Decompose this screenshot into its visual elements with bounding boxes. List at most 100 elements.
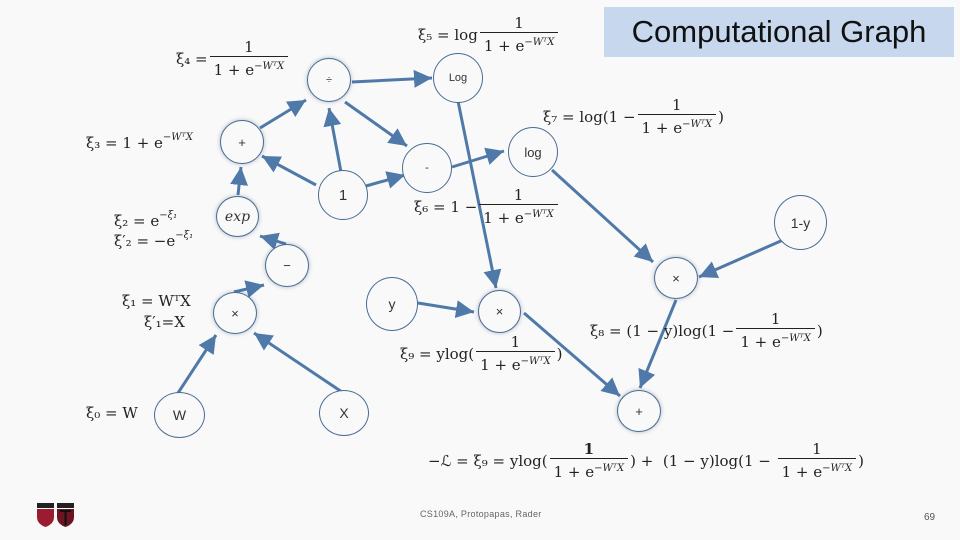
node-label: − [283, 258, 291, 273]
fraction-numerator: 1 [583, 440, 595, 458]
equation-xi3: ξ₃ = 1 + e −WᵀX [86, 131, 193, 153]
edge-one-to-div [323, 107, 343, 173]
university-logo [37, 503, 74, 527]
exponent: −ξ₁ [159, 209, 178, 221]
node-times-right: × [654, 257, 698, 299]
equation-xi0: ξ₀ = W [86, 404, 138, 422]
node-label: ÷ [325, 74, 333, 86]
equation-lhs: ξ₇ = log(1 − [543, 108, 636, 126]
node-label: + [635, 403, 643, 419]
title-box: Computational Graph [604, 7, 954, 57]
equation-lhs: ξ₅ = log [418, 26, 478, 44]
edge-log-lower-to-times-right [550, 168, 655, 264]
edge-exp-to-plus [230, 166, 249, 196]
node-times-center: × [478, 290, 521, 333]
equation-xi1: ξ₁ = WᵀX [122, 292, 191, 310]
node-label: X [339, 405, 349, 421]
equation-xi8: ξ₈ = (1 − y)log(1 − 1 1 + e−WᵀX ) [590, 310, 823, 352]
page-title: Computational Graph [631, 14, 927, 49]
node-label: × [672, 270, 680, 286]
exponent: −WᵀX [822, 463, 853, 474]
exponent: −WᵀX [524, 37, 555, 48]
fraction-denominator: 1 + e [480, 356, 521, 374]
fraction-denominator: 1 + e [641, 119, 683, 137]
fraction-denominator: 1 + e [740, 333, 781, 351]
equation-xi6: ξ₆ = 1 − 1 1 + e−WᵀX [414, 186, 560, 228]
node-label: × [231, 305, 239, 321]
fraction-numerator: 1 [672, 96, 682, 114]
fraction-numerator: 1 [244, 38, 254, 56]
node-y: y [366, 277, 418, 331]
page-number: 69 [924, 512, 936, 523]
edge-neg-to-exp [259, 232, 287, 250]
node-one-minus-y: 1-y [774, 195, 827, 250]
footer-course: CS109A, Protopapas, Rader [420, 509, 542, 519]
fraction-numerator: 1 [514, 14, 524, 32]
edge-div-to-log [351, 69, 433, 88]
node-negate: − [265, 244, 309, 287]
node-label: y [388, 296, 396, 312]
fraction-numerator: 1 [510, 333, 521, 351]
edge-times-left-to-neg [233, 280, 265, 298]
node-label: Log [448, 72, 468, 84]
equation-xi9: ξ₉ = ylog( 1 1 + e−WᵀX ) [400, 333, 563, 375]
node-label: 1 [338, 186, 348, 204]
exponent: −WᵀX [780, 333, 811, 344]
equation-text: ξ₀ = W [86, 404, 138, 422]
node-times-left: × [213, 292, 257, 334]
edge-x-to-times-left [253, 331, 343, 394]
node-one: 1 [318, 170, 368, 220]
equation-lhs: −ℒ = ξ₉ = ylog( [428, 452, 548, 470]
node-plus-bottom: + [617, 390, 661, 432]
fraction-denominator: 1 + e [213, 61, 255, 79]
equation-lhs: ξ₆ = 1 − [414, 198, 478, 216]
equation-text: ξ₁ = WᵀX [122, 292, 191, 310]
node-label: exp [224, 208, 251, 225]
equation-xi2: ξ₂ = e −ξ₁ [114, 209, 178, 231]
edge-minus-to-log [451, 147, 505, 169]
node-w: W [154, 392, 205, 438]
exponent: −ξ₁ [175, 229, 194, 241]
equation-lhs: ξ₈ = (1 − y)log(1 − [590, 322, 735, 340]
fraction-numerator: 1 [513, 186, 524, 204]
equation-text: ξ′₁=X [144, 313, 185, 331]
equation-xi4: ξ₄ = 1 1 + e−WᵀX [176, 38, 290, 80]
edge-y-to-times-center [417, 300, 475, 319]
edge-one-to-plus [261, 154, 317, 187]
fraction-numerator: 1 [770, 310, 781, 328]
equation-middle: ) + (1 − y)log(1 − [630, 452, 776, 470]
node-label: W [172, 407, 187, 423]
node-divide: ÷ [307, 58, 351, 102]
equation-xi2-prime: ξ′₂ = −e −ξ₁ [114, 229, 194, 251]
edge-one-minus-y-to-times-right [698, 238, 784, 279]
node-label: log [524, 144, 542, 160]
exponent: −WᵀX [254, 61, 285, 72]
node-exp: exp [216, 196, 259, 237]
fraction-denominator: 1 + e [781, 463, 823, 481]
equation-xi1-prime: ξ′₁=X [144, 313, 185, 331]
node-label: + [238, 134, 246, 150]
exponent: −WᵀX [162, 131, 193, 143]
exponent: −WᵀX [523, 209, 554, 220]
node-label: × [495, 304, 504, 319]
fraction-denominator: 1 + e [483, 209, 524, 227]
fraction-denominator: 1 + e [553, 463, 595, 481]
equation-loss: −ℒ = ξ₉ = ylog( 11 + e−WᵀX ) + (1 − y)lo… [428, 440, 864, 482]
equation-text: ξ₃ = 1 + e [86, 134, 163, 152]
equation-text: ξ′₂ = −e [114, 232, 176, 250]
exponent: −WᵀX [682, 119, 713, 130]
edge-one-to-minus [365, 171, 406, 189]
equation-lhs: ξ₄ = [176, 50, 208, 68]
equation-rhs: ) [556, 345, 563, 363]
exponent: −WᵀX [594, 463, 625, 474]
equation-rhs: ) [858, 452, 864, 470]
edge-div-to-minus [344, 100, 408, 148]
fraction-numerator: 1 [812, 440, 822, 458]
node-plus-top: + [220, 120, 264, 164]
equation-text: ξ₂ = e [114, 212, 160, 230]
node-label: - [425, 162, 429, 174]
exponent: −WᵀX [520, 356, 551, 367]
equation-rhs: ) [816, 322, 823, 340]
equation-xi7: ξ₇ = log(1 − 1 1 + e−WᵀX ) [543, 96, 724, 138]
equation-lhs: ξ₉ = ylog( [400, 345, 475, 363]
